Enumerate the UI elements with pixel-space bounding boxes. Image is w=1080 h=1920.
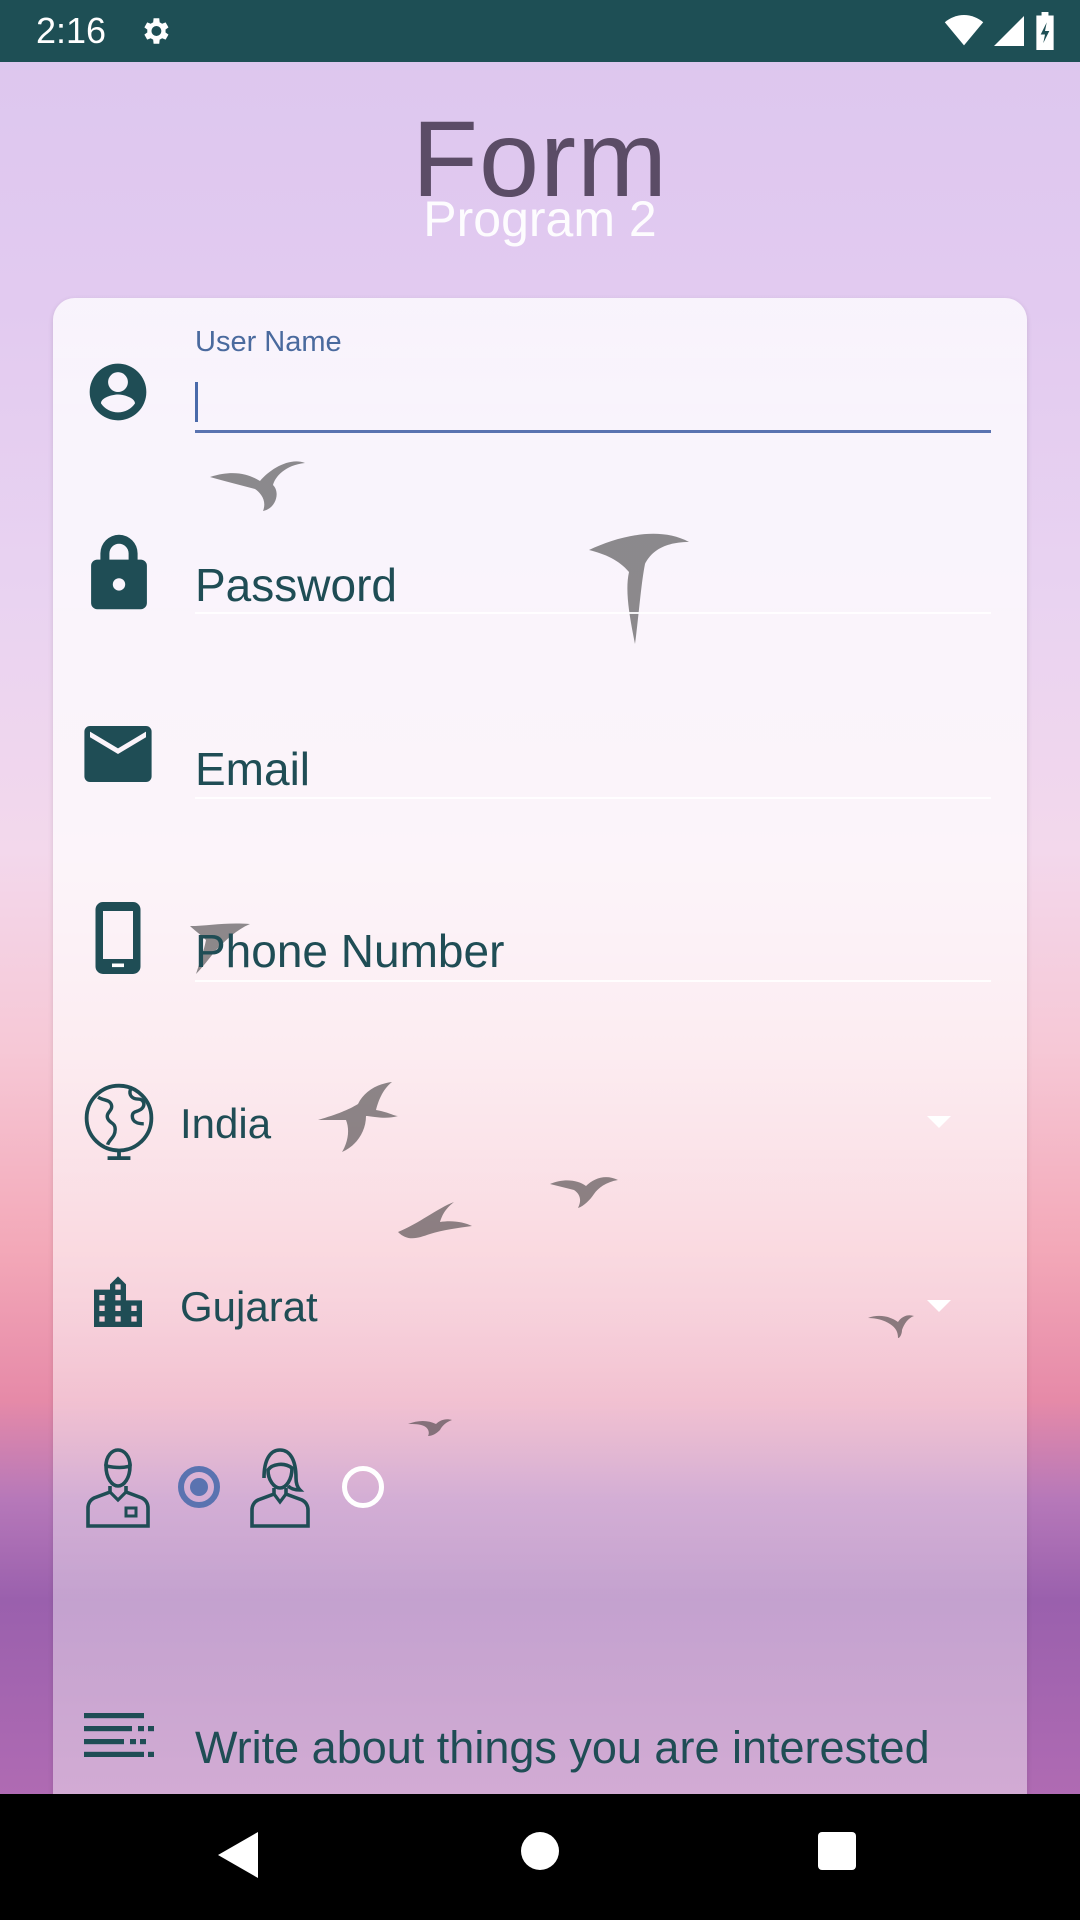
- signal-icon: [994, 16, 1024, 46]
- bird-decoration: [550, 1177, 618, 1208]
- male-icon: [86, 1448, 150, 1528]
- city-icon: [94, 1276, 142, 1327]
- male-radio[interactable]: [178, 1466, 220, 1508]
- wifi-icon: [944, 15, 984, 46]
- username-field[interactable]: [195, 430, 991, 433]
- page-subtitle: Program 2: [423, 191, 657, 247]
- globe-icon: [84, 1083, 154, 1160]
- email-icon: [84, 726, 152, 782]
- phone-icon: [95, 902, 141, 974]
- status-icons: [944, 12, 1056, 50]
- recents-icon[interactable]: [818, 1832, 856, 1870]
- state-dropdown-arrow[interactable]: [927, 1300, 951, 1312]
- interests-field[interactable]: Write about things you are interested: [195, 1722, 930, 1774]
- female-radio[interactable]: [342, 1466, 384, 1508]
- lock-icon: [91, 534, 147, 610]
- bird-decoration: [408, 1419, 452, 1436]
- navigation-bar: [0, 1794, 1080, 1920]
- username-label: User Name: [195, 326, 342, 358]
- bird-decoration: [398, 1202, 472, 1239]
- bird-decoration: [318, 1082, 398, 1152]
- password-field[interactable]: Password: [195, 558, 397, 612]
- password-underline: [195, 612, 991, 614]
- back-icon[interactable]: [218, 1832, 258, 1878]
- phone-underline: [195, 980, 991, 982]
- account-icon: [89, 363, 147, 421]
- battery-icon: [1036, 12, 1054, 50]
- bird-decoration: [589, 533, 689, 644]
- email-underline: [195, 797, 991, 799]
- email-field[interactable]: Email: [195, 742, 310, 796]
- settings-icon: [144, 18, 169, 44]
- text-cursor: [195, 382, 198, 422]
- country-dropdown-arrow[interactable]: [927, 1116, 951, 1128]
- status-bar: 2:16: [0, 0, 1080, 62]
- home-icon[interactable]: [521, 1832, 559, 1870]
- female-icon: [250, 1448, 310, 1528]
- screen: 2:16 Form Program 2 User Name Password E…: [0, 0, 1080, 1920]
- bird-decoration: [210, 461, 305, 511]
- notes-icon: [84, 1713, 154, 1757]
- bird-decoration: [868, 1315, 914, 1338]
- country-dropdown[interactable]: India: [180, 1100, 271, 1148]
- phone-field[interactable]: Phone Number: [195, 924, 504, 978]
- state-dropdown[interactable]: Gujarat: [180, 1283, 318, 1331]
- status-time: 2:16: [36, 10, 107, 51]
